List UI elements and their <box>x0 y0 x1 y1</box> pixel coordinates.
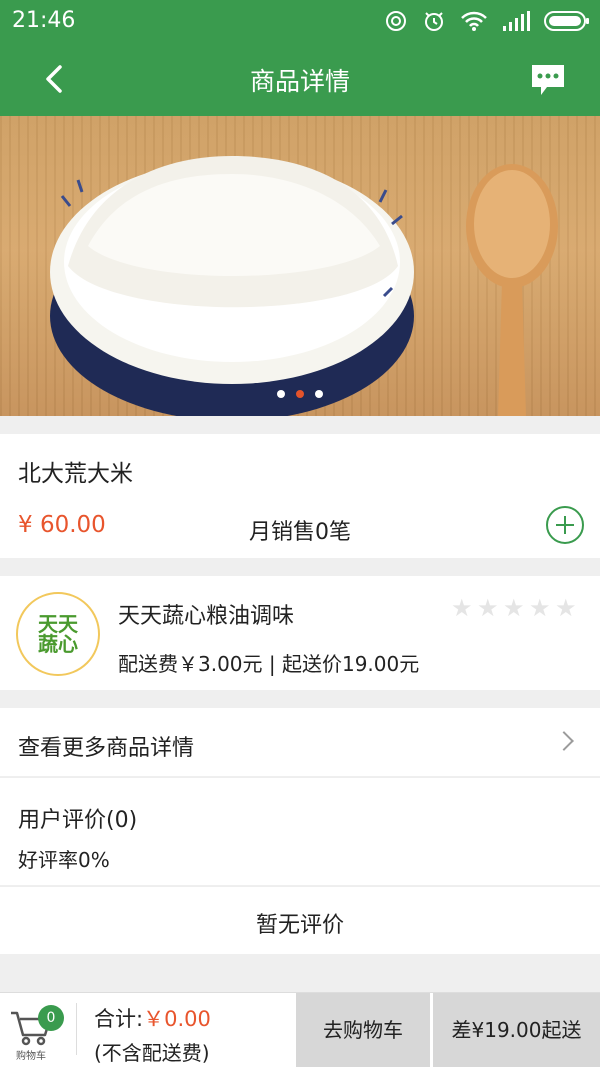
star-icon: ★ <box>477 594 499 622</box>
rice-bowl-image <box>50 156 558 416</box>
product-image-carousel[interactable] <box>0 116 600 416</box>
carousel-dot[interactable] <box>277 390 285 398</box>
carousel-dots <box>0 390 600 398</box>
signal-icon <box>503 11 530 31</box>
star-icon: ★ <box>555 594 577 622</box>
more-details-row[interactable]: 查看更多商品详情 <box>0 708 600 776</box>
min-order-indicator: 差¥19.00起送 <box>433 993 600 1067</box>
cart-button[interactable]: 0 购物车 <box>6 999 72 1063</box>
product-name: 北大荒大米 <box>18 461 133 487</box>
no-reviews-message: 暂无评价 <box>0 886 600 954</box>
wifi-icon <box>461 11 487 31</box>
cart-count-badge: 0 <box>38 1005 64 1031</box>
battery-icon <box>544 11 589 31</box>
page-title: 商品详情 <box>249 67 350 96</box>
shop-card[interactable]: 天天 蔬心 天天蔬心粮油调味 配送费￥3.00元 | 起送价19.00元 ★ ★… <box>0 576 600 690</box>
status-bar: 21:46 <box>0 0 600 42</box>
alarm-icon <box>425 12 443 31</box>
status-time: 21:46 <box>12 8 76 33</box>
cart-caption: 购物车 <box>16 1051 46 1062</box>
shop-rating: ★ ★ ★ ★ ★ <box>451 596 579 620</box>
product-info-card: 北大荒大米 ¥ 60.00 月销售0笔 <box>0 434 600 558</box>
total-label: 合计: <box>94 1007 144 1031</box>
monthly-sales: 月销售0笔 <box>249 520 351 545</box>
chevron-right-icon <box>554 731 574 751</box>
carousel-dot-active[interactable] <box>296 390 304 398</box>
bottom-cart-bar: 0 购物车 合计:￥0.00 (不含配送费) 去购物车 差¥19.00起送 <box>0 992 600 1067</box>
add-to-cart-button[interactable] <box>546 506 584 544</box>
more-details-label: 查看更多商品详情 <box>18 736 195 761</box>
status-icons <box>384 9 590 33</box>
shipping-note: (不含配送费) <box>94 1041 210 1065</box>
total-line: 合计:￥0.00 <box>94 1003 211 1033</box>
chat-button[interactable] <box>528 60 568 100</box>
reviews-summary: 用户评价(0) 好评率0% <box>0 777 600 885</box>
shop-logo: 天天 蔬心 <box>16 592 100 676</box>
shop-name: 天天蔬心粮油调味 <box>118 604 295 629</box>
go-to-cart-button[interactable]: 去购物车 <box>296 993 430 1067</box>
chat-bubble-icon <box>532 65 564 95</box>
hotspot-icon <box>386 11 406 31</box>
footer-divider <box>76 1003 77 1055</box>
star-icon: ★ <box>529 594 551 622</box>
reviews-title: 用户评价(0) <box>18 808 138 833</box>
total-value: ￥0.00 <box>143 1007 211 1031</box>
shop-delivery-info: 配送费￥3.00元 | 起送价19.00元 <box>118 652 420 676</box>
carousel-dot[interactable] <box>315 390 323 398</box>
nav-bar: 商品详情 <box>0 42 600 116</box>
shop-logo-line-1: 天天 <box>38 612 78 636</box>
shop-logo-line-2: 蔬心 <box>38 632 78 656</box>
star-icon: ★ <box>503 594 525 622</box>
positive-rate: 好评率0% <box>18 848 110 872</box>
star-icon: ★ <box>451 594 473 622</box>
